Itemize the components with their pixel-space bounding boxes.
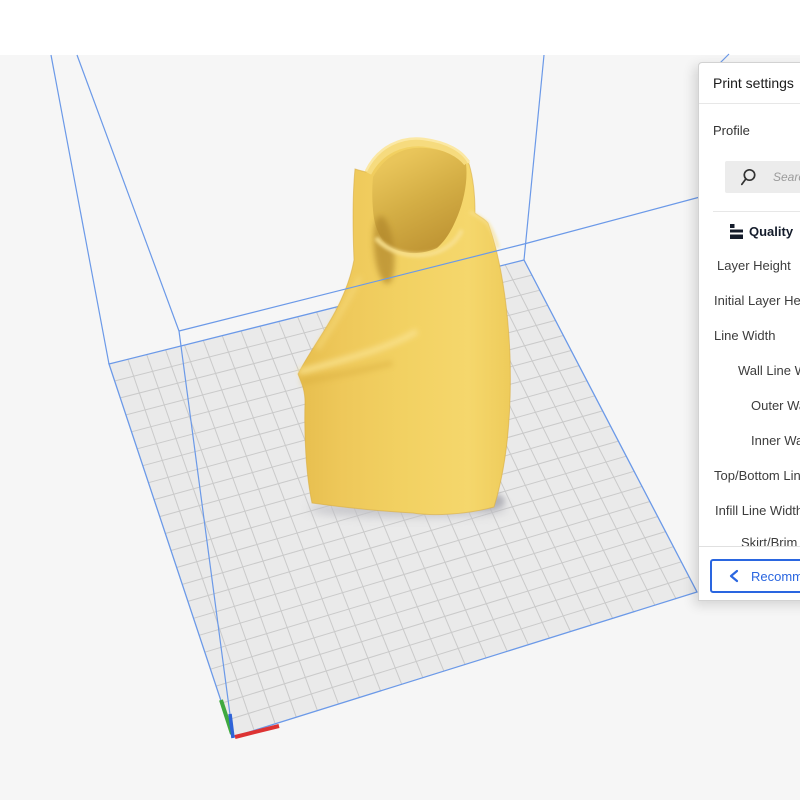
- setting-row-infill-line-width[interactable]: Infill Line Width: [715, 501, 800, 519]
- setting-row-outer-wall-line-width[interactable]: Outer Wall Line Width: [751, 396, 800, 414]
- chevron-left-icon: [729, 569, 739, 583]
- setting-row-skirt-brim-line-width[interactable]: Skirt/Brim Line Width: [741, 533, 800, 546]
- recommended-mode-button[interactable]: Recommended: [710, 559, 800, 593]
- recommended-button-label: Recommended: [751, 569, 800, 584]
- footer-separator: [699, 546, 800, 547]
- setting-row-top-bottom-line-width[interactable]: Top/Bottom Line Width: [714, 466, 800, 484]
- viewport-3d[interactable]: [0, 0, 800, 800]
- setting-row-inner-wall-line-width[interactable]: Inner Wall(s) Line Width: [751, 431, 800, 449]
- setting-row-layer-height[interactable]: Layer Height: [717, 256, 791, 274]
- print-settings-panel: Print settings Profile Quality Layer Hei…: [698, 62, 800, 601]
- settings-list: Layer Height Initial Layer Height Line W…: [699, 63, 800, 546]
- cura-window: Print settings Profile Quality Layer Hei…: [0, 0, 800, 800]
- setting-row-initial-layer-height[interactable]: Initial Layer Height: [714, 291, 800, 309]
- top-band: [0, 0, 800, 55]
- setting-row-line-width[interactable]: Line Width: [714, 326, 775, 344]
- setting-row-wall-line-width[interactable]: Wall Line Width: [738, 361, 800, 379]
